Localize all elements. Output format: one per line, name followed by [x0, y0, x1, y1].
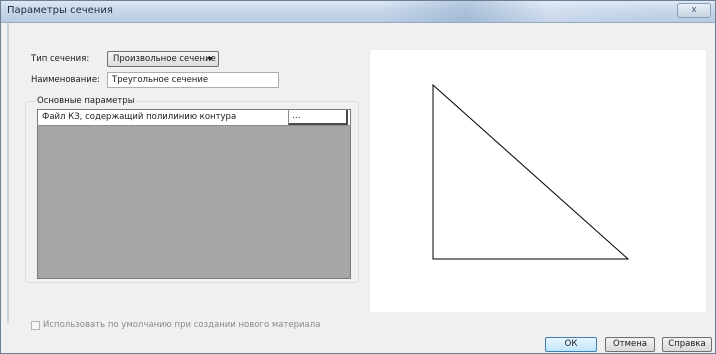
triangle-shape [432, 83, 630, 260]
default-material-checkbox-label: Использовать по умолчанию при создании н… [43, 320, 321, 330]
dialog-window: Параметры сечения x Тип сечения: Произво… [0, 0, 716, 354]
ok-button[interactable]: ОК [545, 337, 597, 352]
browse-button[interactable]: ... [292, 110, 301, 122]
section-type-label: Тип сечения: [31, 54, 90, 64]
window-title: Параметры сечения [7, 5, 113, 16]
section-type-value: Произвольное сечение [113, 54, 216, 64]
param-value-cell[interactable]: ... [288, 110, 348, 125]
close-button[interactable]: x [677, 3, 711, 18]
name-label: Наименование: [31, 75, 100, 85]
default-material-checkbox[interactable] [31, 321, 40, 330]
name-field[interactable]: Треугольное сечение [107, 72, 279, 88]
cancel-button[interactable]: Отмена [605, 337, 655, 352]
help-button[interactable]: Справка [662, 337, 712, 352]
close-icon: x [691, 5, 697, 15]
param-name-cell: Файл КЗ, содержащий полилинию контура [42, 112, 237, 122]
parameters-grid[interactable]: Файл КЗ, содержащий полилинию контура ..… [37, 109, 351, 279]
preview-canvas [432, 83, 630, 260]
chevron-down-icon [207, 57, 213, 61]
title-bar-glass [381, 1, 661, 22]
left-edge-strip [7, 23, 9, 323]
title-bar[interactable]: Параметры сечения x [1, 1, 715, 23]
table-row[interactable]: Файл КЗ, содержащий полилинию контура ..… [38, 110, 350, 126]
section-preview [369, 49, 707, 313]
name-field-value: Треугольное сечение [112, 75, 209, 85]
main-parameters-label: Основные параметры [35, 96, 137, 106]
section-type-dropdown[interactable]: Произвольное сечение [107, 51, 219, 67]
